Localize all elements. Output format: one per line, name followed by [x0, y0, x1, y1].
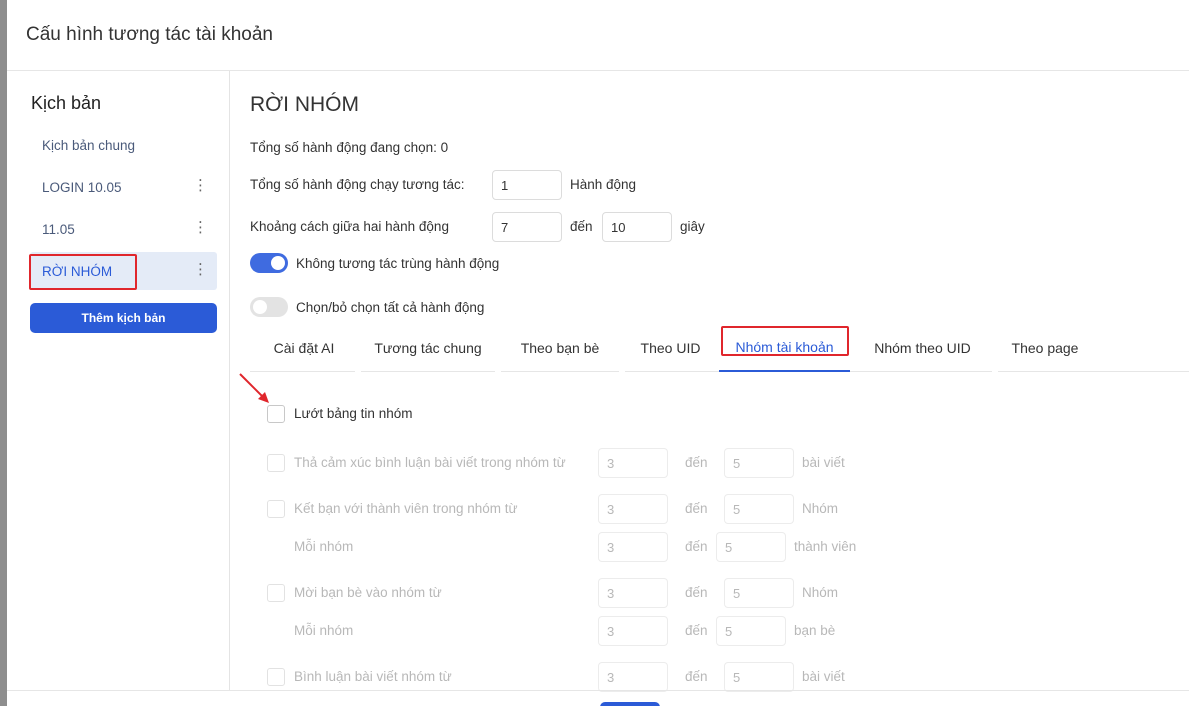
comment-from-input[interactable]: 3 — [598, 662, 668, 692]
dialog-title: Cấu hình tương tác tài khoản — [26, 24, 273, 45]
interval-unit: giây — [680, 219, 705, 234]
friend-each-to-input[interactable]: 5 — [716, 532, 786, 562]
invite-to-input[interactable]: 5 — [724, 578, 794, 608]
react-unit: bài viết — [802, 455, 845, 470]
tab-nhom-theo-uid[interactable]: Nhóm theo UID — [850, 324, 995, 372]
react-checkbox[interactable] — [267, 454, 285, 472]
tab-bar: Cài đặt AI Tương tác chung Theo bạn bè T… — [250, 324, 1189, 372]
annotation-arrow-icon — [239, 373, 269, 403]
react-from-input[interactable]: 3 — [598, 448, 668, 478]
sidebar-heading: Kịch bản — [31, 93, 102, 113]
tab-divider — [495, 371, 501, 372]
add-script-button[interactable]: Thêm kịch bản — [30, 303, 217, 333]
tab-divider — [619, 371, 625, 372]
friend-to-input[interactable]: 5 — [724, 494, 794, 524]
tab-theo-page[interactable]: Theo page — [995, 324, 1095, 372]
comment-to-word: đến — [685, 669, 708, 684]
invite-checkbox[interactable] — [267, 584, 285, 602]
react-to-input[interactable]: 5 — [724, 448, 794, 478]
main-panel: RỜI NHÓM Tổng số hành động đang chọn: 0 … — [231, 71, 1189, 692]
footer-save-button[interactable] — [600, 702, 660, 706]
friend-each-to-word: đến — [685, 539, 708, 554]
more-vertical-icon[interactable]: ⋮ — [193, 262, 208, 277]
friend-each-from-input[interactable]: 3 — [598, 532, 668, 562]
total-run-label: Tổng số hành động chạy tương tác: — [250, 177, 465, 192]
friend-unit: Nhóm — [802, 501, 839, 516]
tab-theo-ban-be[interactable]: Theo bạn bè — [498, 324, 622, 372]
footer-divider — [7, 690, 1189, 691]
more-vertical-icon[interactable]: ⋮ — [193, 178, 208, 193]
highlight-box — [721, 326, 849, 356]
comment-checkbox[interactable] — [267, 668, 285, 686]
config-dialog: Cấu hình tương tác tài khoản Kịch bản Kị… — [7, 0, 1189, 706]
invite-each-label: Mỗi nhóm — [294, 623, 354, 638]
no-repeat-toggle[interactable] — [250, 253, 288, 273]
tab-divider — [355, 371, 361, 372]
friend-to-word: đến — [685, 501, 708, 516]
invite-each-to-word: đến — [685, 623, 708, 638]
interval-to-input[interactable] — [602, 212, 672, 242]
invite-each-to-input[interactable]: 5 — [716, 616, 786, 646]
comment-to-input[interactable]: 5 — [724, 662, 794, 692]
friend-each-unit: thành viên — [794, 539, 857, 554]
toggle-knob — [271, 256, 285, 270]
sidebar-item-kich-ban-chung[interactable]: Kịch bản chung — [30, 126, 217, 164]
friend-checkbox[interactable] — [267, 500, 285, 518]
invite-each-from-input[interactable]: 3 — [598, 616, 668, 646]
tab-tuong-tac-chung[interactable]: Tương tác chung — [358, 324, 498, 372]
comment-unit: bài viết — [802, 669, 845, 684]
feed-label: Lướt bảng tin nhóm — [294, 406, 413, 421]
background-page-strip — [0, 0, 7, 706]
interval-from-input[interactable] — [492, 212, 562, 242]
script-sidebar: Kịch bản Kịch bản chung LOGIN 10.05 ⋮ 11… — [7, 71, 230, 690]
friend-each-label: Mỗi nhóm — [294, 539, 354, 554]
react-to-word: đến — [685, 455, 708, 470]
friend-from-input[interactable]: 3 — [598, 494, 668, 524]
select-all-toggle[interactable] — [250, 297, 288, 317]
invite-to-word: đến — [685, 585, 708, 600]
total-selected-text: Tổng số hành động đang chọn: 0 — [250, 140, 449, 155]
interval-to-word: đến — [570, 219, 593, 234]
interval-label: Khoảng cách giữa hai hành động — [250, 219, 449, 234]
comment-label: Bình luận bài viết nhóm từ — [294, 669, 452, 684]
friend-label: Kết bạn với thành viên trong nhóm từ — [294, 501, 518, 516]
invite-label: Mời bạn bè vào nhóm từ — [294, 585, 442, 600]
sidebar-item-1105[interactable]: 11.05 ⋮ — [30, 210, 217, 248]
tab-theo-uid[interactable]: Theo UID — [622, 324, 719, 372]
sidebar-item-login-1005[interactable]: LOGIN 10.05 ⋮ — [30, 168, 217, 206]
react-label: Thả cảm xúc bình luận bài viết trong nhó… — [294, 455, 566, 470]
sidebar-item-label: LOGIN 10.05 — [42, 179, 122, 195]
tab-cai-dat-ai[interactable]: Cài đặt AI — [250, 324, 358, 372]
highlight-box — [29, 254, 137, 290]
sidebar-item-label: Kịch bản chung — [42, 137, 136, 153]
invite-from-input[interactable]: 3 — [598, 578, 668, 608]
select-all-label: Chọn/bỏ chọn tất cả hành động — [296, 300, 485, 315]
tab-divider — [992, 371, 998, 372]
feed-checkbox[interactable] — [267, 405, 285, 423]
invite-unit: Nhóm — [802, 585, 839, 600]
total-run-input[interactable] — [492, 170, 562, 200]
no-repeat-label: Không tương tác trùng hành động — [296, 256, 500, 271]
dialog-header: Cấu hình tương tác tài khoản — [7, 0, 1189, 71]
page-title: RỜI NHÓM — [250, 93, 359, 116]
more-vertical-icon[interactable]: ⋮ — [193, 220, 208, 235]
sidebar-item-label: 11.05 — [42, 221, 75, 237]
invite-each-unit: bạn bè — [794, 623, 836, 638]
total-run-unit: Hành động — [570, 177, 637, 192]
toggle-knob — [253, 300, 267, 314]
